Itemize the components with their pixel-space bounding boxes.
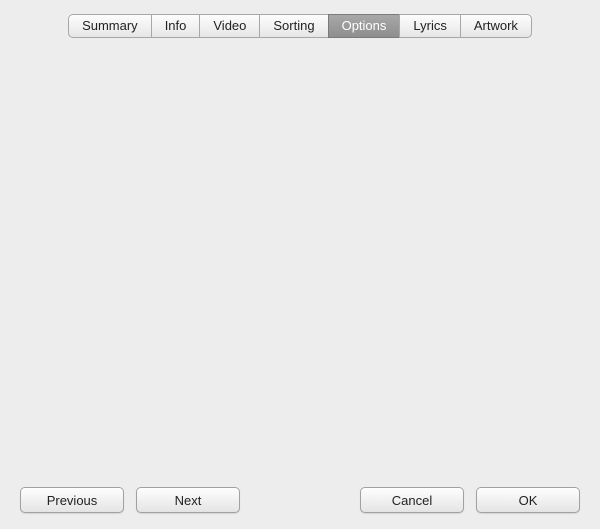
- start-time-label: Start Time:: [188, 273, 251, 288]
- tab-summary[interactable]: Summary: [68, 14, 151, 38]
- volume-mid-label: None: [356, 77, 382, 89]
- volume-max-label: +100%: [460, 77, 495, 89]
- slider-thumb[interactable]: [363, 55, 381, 76]
- voiceover-value: Automatic: [272, 191, 330, 206]
- stop-time-label: Stop Time:: [189, 305, 251, 320]
- skip-shuffle-label: Skip when shuffling: [197, 367, 309, 382]
- equalizer-value: None: [272, 119, 303, 134]
- voiceover-select[interactable]: Automatic ▲▼: [261, 187, 441, 209]
- equalizer-label: Equalizer Preset:: [41, 119, 261, 134]
- remember-position-label: Remember playback position: [197, 342, 365, 357]
- volume-slider[interactable]: -100% None +100%: [261, 55, 481, 91]
- stop-time-field[interactable]: [261, 301, 357, 323]
- previous-button[interactable]: Previous: [20, 487, 124, 513]
- cancel-button[interactable]: Cancel: [360, 487, 464, 513]
- rating-dot: [308, 233, 312, 237]
- stepper-arrows-icon: ▲▼: [482, 121, 490, 131]
- rating-dot: [282, 233, 286, 237]
- start-time-field[interactable]: [261, 269, 357, 291]
- volume-label: Volume Adjustment:: [41, 55, 261, 72]
- rating-dot: [295, 233, 299, 237]
- next-button[interactable]: Next: [136, 487, 240, 513]
- rating-label: Rating:: [41, 228, 261, 243]
- tab-sorting[interactable]: Sorting: [259, 14, 327, 38]
- media-kind-value: Music: [272, 155, 306, 170]
- stepper-arrows-icon: ▲▼: [382, 157, 390, 167]
- skip-shuffle-checkbox[interactable]: [173, 366, 190, 383]
- remember-position-checkbox[interactable]: [173, 341, 190, 358]
- voiceover-label: VoiceOver Language:: [41, 191, 261, 206]
- rating-dot: [334, 233, 338, 237]
- tab-artwork[interactable]: Artwork: [460, 14, 532, 38]
- tab-bar: Summary Info Video Sorting Options Lyric…: [60, 14, 540, 38]
- tab-options[interactable]: Options: [328, 14, 400, 38]
- stop-time-checkbox[interactable]: [165, 304, 182, 321]
- options-panel: Summary Info Video Sorting Options Lyric…: [0, 0, 600, 529]
- stepper-arrows-icon: ▲▼: [426, 193, 434, 203]
- media-kind-select[interactable]: Music ▲▼: [261, 151, 397, 173]
- volume-min-label: -100%: [247, 77, 279, 89]
- slider-track: [261, 61, 481, 68]
- equalizer-select[interactable]: None ▲▼: [261, 115, 497, 137]
- rating-dot: [321, 233, 325, 237]
- rating-input[interactable]: [261, 223, 359, 247]
- media-kind-label: Media Kind:: [41, 155, 261, 170]
- tab-info[interactable]: Info: [151, 14, 200, 38]
- button-bar: Previous Next Cancel OK: [20, 487, 580, 513]
- start-time-checkbox[interactable]: [164, 272, 181, 289]
- ok-button[interactable]: OK: [476, 487, 580, 513]
- tab-video[interactable]: Video: [199, 14, 259, 38]
- options-group: Volume Adjustment:: [20, 26, 536, 412]
- tab-lyrics[interactable]: Lyrics: [399, 14, 459, 38]
